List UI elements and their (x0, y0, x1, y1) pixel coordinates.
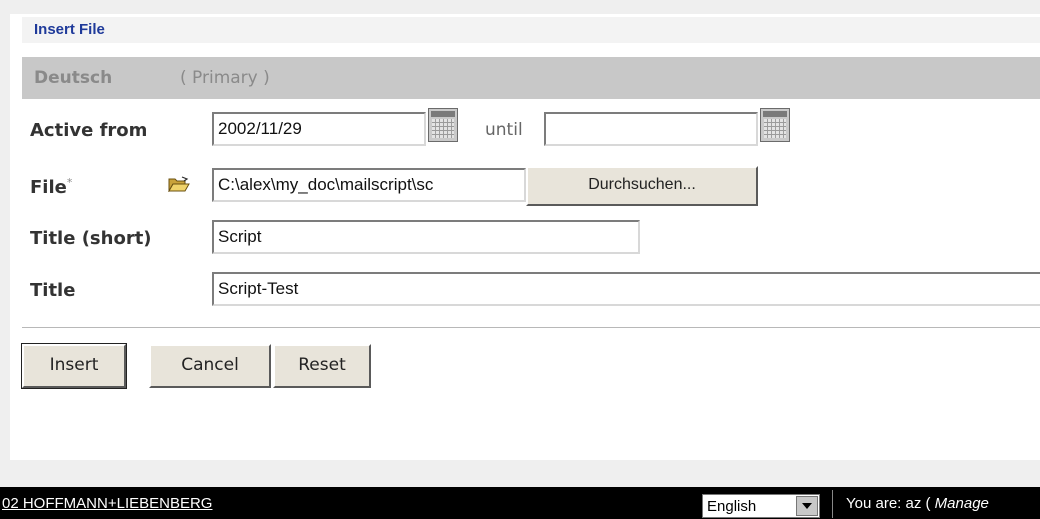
reset-button[interactable]: Reset (273, 344, 371, 388)
active-until-field[interactable] (544, 112, 758, 146)
language-name: Deutsch (34, 68, 113, 88)
required-marker: * (66, 176, 73, 189)
folder-open-icon (168, 176, 190, 192)
dialog-header: Insert File (22, 17, 1040, 43)
file-label: File* (30, 176, 73, 198)
active-from-label: Active from (30, 120, 148, 141)
page-title: Insert File (34, 21, 105, 38)
cancel-button[interactable]: Cancel (149, 344, 271, 388)
active-from-field[interactable]: 2002/11/29 (212, 112, 426, 146)
language-primary-label: ( Primary ) (180, 68, 270, 88)
chevron-down-icon[interactable] (796, 496, 818, 516)
form-divider (22, 327, 1040, 329)
user-role[interactable]: Manage (935, 495, 989, 512)
browse-button[interactable]: Durchsuchen... (526, 166, 758, 206)
footer-divider (832, 490, 833, 518)
language-select-value: English (707, 498, 757, 515)
title-label: Title (30, 280, 76, 301)
user-status: You are: az ( Manage (846, 495, 989, 512)
insert-button[interactable]: Insert (21, 343, 127, 389)
calendar-icon[interactable] (428, 108, 458, 142)
language-select[interactable]: English (702, 494, 820, 518)
title-short-field[interactable]: Script (212, 220, 640, 254)
title-short-label: Title (short) (30, 228, 152, 249)
until-label: until (485, 120, 523, 140)
calendar-icon[interactable] (760, 108, 790, 142)
title-field[interactable]: Script-Test (212, 272, 1040, 306)
language-bar: Deutsch ( Primary ) (22, 57, 1040, 99)
copyright-link[interactable]: 02 HOFFMANN+LIEBENBERG (2, 495, 212, 512)
file-path-field[interactable]: C:\alex\my_doc\mailscript\sc (212, 168, 526, 202)
footer-bar: 02 HOFFMANN+LIEBENBERG English You are: … (0, 487, 1040, 519)
